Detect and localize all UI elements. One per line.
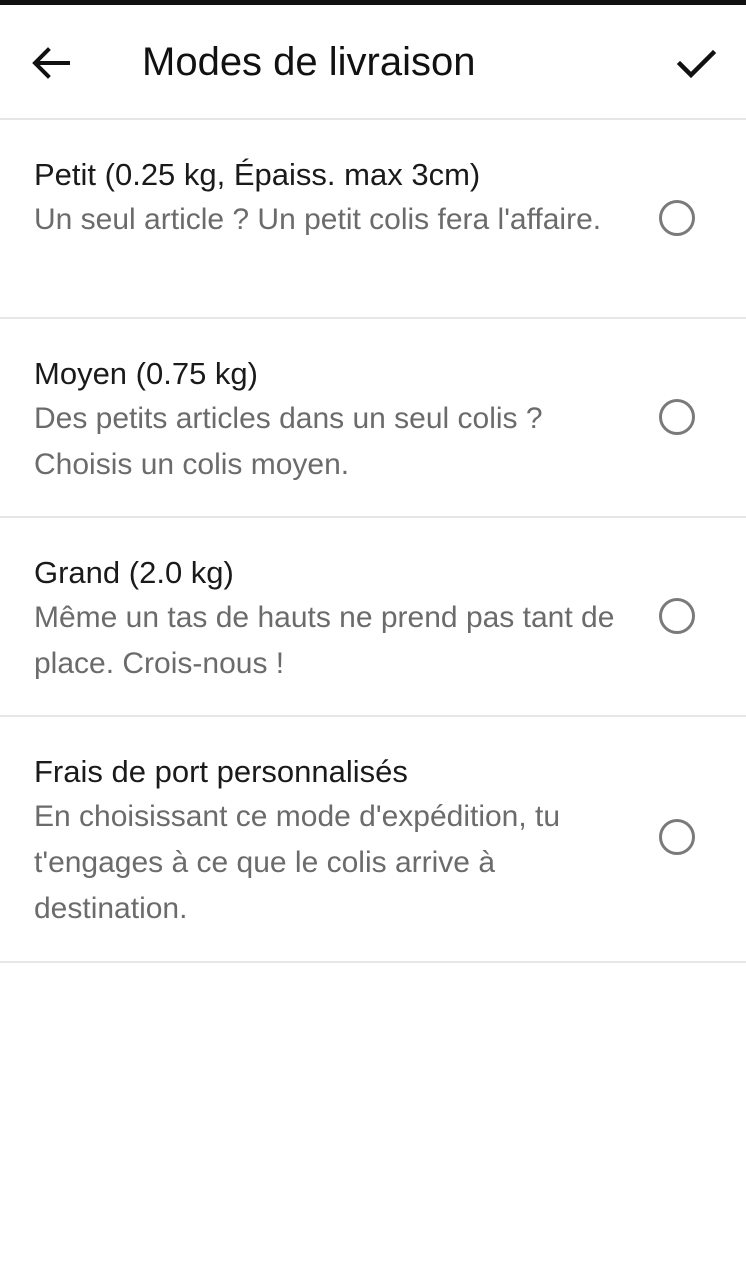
option-description: Un seul article ? Un petit colis fera l'… xyxy=(34,203,602,236)
shipping-options-list: Petit (0.25 kg, Épaiss. max 3cm) Un seul… xyxy=(0,120,746,963)
radio-medium[interactable] xyxy=(659,399,695,435)
shipping-option-large[interactable]: Grand (2.0 kg) Même un tas de hauts ne p… xyxy=(0,518,746,717)
option-text: Petit (0.25 kg, Épaiss. max 3cm) Un seul… xyxy=(34,155,624,243)
shipping-option-small[interactable]: Petit (0.25 kg, Épaiss. max 3cm) Un seul… xyxy=(0,120,746,319)
option-description: En choisissant ce mode d'expédition, tu … xyxy=(34,800,561,925)
arrow-left-icon xyxy=(32,47,70,79)
radio-large[interactable] xyxy=(659,598,695,634)
option-title: Grand (2.0 kg) xyxy=(34,555,234,590)
option-text: Grand (2.0 kg) Même un tas de hauts ne p… xyxy=(34,553,624,687)
app-bar: Modes de livraison xyxy=(0,5,746,120)
option-text: Frais de port personnalisés En choisissa… xyxy=(34,752,624,932)
option-description: Même un tas de hauts ne prend pas tant d… xyxy=(34,601,615,680)
radio-custom[interactable] xyxy=(659,819,695,855)
confirm-button[interactable] xyxy=(668,35,724,91)
page-title: Modes de livraison xyxy=(142,40,476,84)
shipping-option-custom[interactable]: Frais de port personnalisés En choisissa… xyxy=(0,717,746,963)
option-title: Frais de port personnalisés xyxy=(34,754,408,789)
shipping-option-medium[interactable]: Moyen (0.75 kg) Des petits articles dans… xyxy=(0,319,746,518)
option-description: Des petits articles dans un seul colis ?… xyxy=(34,402,543,481)
option-text: Moyen (0.75 kg) Des petits articles dans… xyxy=(34,354,624,488)
check-icon xyxy=(676,49,717,79)
option-title: Petit (0.25 kg, Épaiss. max 3cm) xyxy=(34,157,481,192)
option-title: Moyen (0.75 kg) xyxy=(34,356,258,391)
back-button[interactable] xyxy=(22,35,78,91)
radio-small[interactable] xyxy=(659,200,695,236)
